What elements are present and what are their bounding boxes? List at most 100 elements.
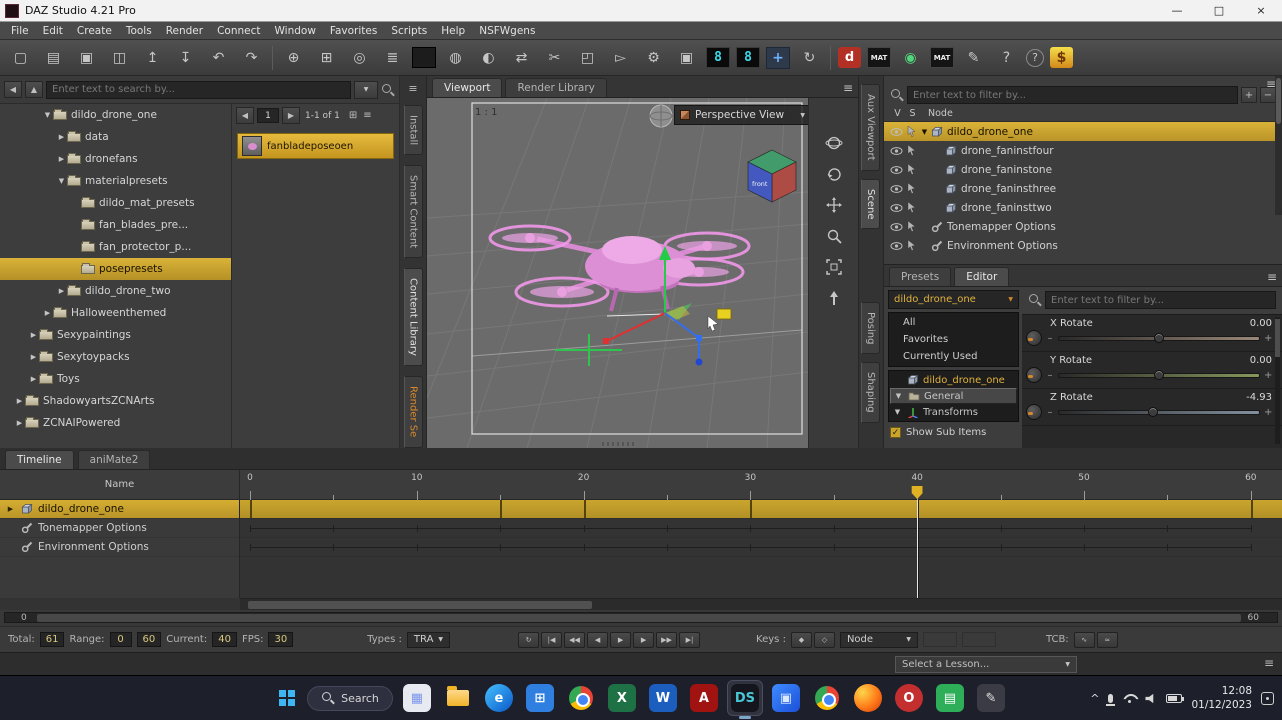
slider-track[interactable]: [1058, 373, 1260, 378]
visibility-eye-icon[interactable]: [889, 127, 904, 137]
timeline-tab-timeline[interactable]: Timeline: [5, 450, 74, 469]
visibility-eye-icon[interactable]: [889, 222, 904, 232]
keyframe-tick[interactable]: [1251, 544, 1252, 551]
pan-icon[interactable]: [822, 194, 846, 216]
viewport-tab-render-library[interactable]: Render Library: [505, 78, 606, 97]
orbit-icon[interactable]: [822, 132, 846, 154]
prev-page-button[interactable]: ◀: [236, 107, 254, 124]
color-grid-icon[interactable]: [412, 47, 436, 68]
pane-menu-icon[interactable]: ≡: [1264, 656, 1274, 670]
visibility-eye-icon[interactable]: [889, 184, 904, 194]
keyframe-tick[interactable]: [333, 544, 334, 551]
taskbar-app-chrome[interactable]: [564, 681, 598, 715]
menu-nsfwgens[interactable]: NSFWgens: [472, 24, 542, 38]
param-group-general[interactable]: ▼ General: [890, 388, 1017, 404]
export-icon[interactable]: ↥: [139, 46, 166, 70]
taskbar-app-file-explorer[interactable]: [441, 681, 475, 715]
tray-chevron-icon[interactable]: ^: [1090, 692, 1099, 705]
keyframe-tick[interactable]: [834, 525, 835, 532]
param-filter-favorites[interactable]: Favorites: [890, 331, 1017, 348]
scene-node-drone-faninstone[interactable]: drone_faninstone: [884, 160, 1282, 179]
create-spotlight-icon[interactable]: ◐: [475, 46, 502, 70]
expand-arrow-icon[interactable]: ▼: [42, 111, 53, 119]
keyframe-tick[interactable]: [667, 525, 668, 532]
keyframe-tick[interactable]: [750, 525, 751, 532]
keyframe-tick[interactable]: [417, 544, 418, 551]
viewport-tab-viewport[interactable]: Viewport: [432, 78, 502, 97]
tree-item-halloweenthemed[interactable]: ▶ Halloweenthemed: [0, 302, 231, 324]
tree-item-materialpresets[interactable]: ▼ materialpresets: [0, 170, 231, 192]
taskbar-app-acrobat[interactable]: A: [687, 681, 721, 715]
scene-node-tonemapper-options[interactable]: Tonemapper Options: [884, 217, 1282, 236]
timeline-row-environment-options[interactable]: Environment Options: [0, 538, 239, 557]
material-paste-icon[interactable]: MAT: [930, 47, 954, 68]
slider-dial-icon[interactable]: [1026, 367, 1042, 383]
keyframe-tick[interactable]: [834, 544, 835, 551]
params-scrollbar[interactable]: [1275, 317, 1280, 444]
select-cursor-icon[interactable]: [904, 240, 919, 251]
import-icon[interactable]: ↧: [172, 46, 199, 70]
expand-arrow-icon[interactable]: ▶: [42, 309, 53, 317]
select-cursor-icon[interactable]: [904, 164, 919, 175]
redo-icon[interactable]: ↷: [238, 46, 265, 70]
menu-create[interactable]: Create: [70, 24, 119, 38]
taskbar-app-opera[interactable]: O: [892, 681, 926, 715]
create-camera-icon[interactable]: ◎: [346, 46, 373, 70]
keyframe-tick[interactable]: [1167, 544, 1168, 551]
expand-arrow-icon[interactable]: ▼: [919, 128, 930, 136]
expand-arrow-icon[interactable]: ▶: [56, 287, 67, 295]
tree-item-fan-protector-p[interactable]: fan_protector_p...: [0, 236, 231, 258]
premier-offer-icon[interactable]: $: [1050, 47, 1073, 68]
select-cursor-icon[interactable]: [904, 202, 919, 213]
slider-handle[interactable]: [1148, 407, 1158, 417]
slider-dial-icon[interactable]: [1026, 404, 1042, 420]
menu-edit[interactable]: Edit: [36, 24, 70, 38]
params-tab-editor[interactable]: Editor: [954, 267, 1009, 286]
keyframe-tick[interactable]: [584, 500, 586, 518]
step-back-button[interactable]: ◀: [587, 632, 608, 648]
render-camera-icon[interactable]: ▣: [673, 46, 700, 70]
keyframe-tick[interactable]: [250, 500, 252, 518]
taskbar-clock[interactable]: 12:08 01/12/2023: [1191, 685, 1252, 712]
universal-move-tool-icon[interactable]: +: [766, 47, 790, 69]
keyframe-tick[interactable]: [1001, 525, 1002, 532]
slider-increment-button[interactable]: +: [1264, 333, 1272, 344]
param-filter-all[interactable]: All: [890, 314, 1017, 331]
keyframe-tick[interactable]: [417, 525, 418, 532]
expand-all-button[interactable]: +: [1241, 87, 1257, 103]
search-options-dropdown[interactable]: ▼: [354, 81, 378, 99]
file-item-fanbladeposeoen[interactable]: fanbladeposeoen: [237, 133, 394, 159]
slider-handle[interactable]: [1154, 333, 1164, 343]
param-group-transforms[interactable]: ▼ Transforms: [890, 404, 1017, 420]
pane-menu-icon[interactable]: ≡: [408, 82, 417, 95]
timeline-tab-animate2[interactable]: aniMate2: [78, 450, 151, 469]
timeline-hscrollbar[interactable]: [240, 598, 1282, 610]
current-frame-field[interactable]: 40: [212, 632, 237, 647]
slider-track[interactable]: [1058, 410, 1260, 415]
aim-icon[interactable]: [822, 287, 846, 309]
cut-tool-icon[interactable]: ✂: [541, 46, 568, 70]
notification-icon[interactable]: [1261, 692, 1274, 705]
taskbar-app-firefox[interactable]: [851, 681, 885, 715]
types-dropdown[interactable]: TRA ▼: [407, 632, 450, 648]
keyframe-tick[interactable]: [750, 544, 751, 551]
tray-wifi-icon[interactable]: [1122, 693, 1136, 704]
params-filter-input[interactable]: [1045, 291, 1276, 309]
tab-install[interactable]: Install: [404, 105, 423, 155]
first-frame-button[interactable]: |◀: [541, 632, 562, 648]
fps-field[interactable]: 30: [268, 632, 293, 647]
scene-node-drone-faninsthree[interactable]: drone_faninsthree: [884, 179, 1282, 198]
slider-decrement-button[interactable]: –: [1046, 407, 1054, 418]
slider-value[interactable]: 0.00: [1250, 355, 1272, 366]
pane-menu-icon[interactable]: ≡: [843, 81, 853, 95]
tray-mic-icon[interactable]: [1108, 694, 1113, 703]
timeline-range-bar[interactable]: 0 60: [0, 610, 1282, 626]
save-scene-icon[interactable]: ◫: [106, 46, 133, 70]
keyframe-tick[interactable]: [500, 544, 501, 551]
close-button[interactable]: ×: [1240, 0, 1282, 21]
tree-item-dildo-drone-one[interactable]: ▼ dildo_drone_one: [0, 104, 231, 126]
expand-arrow-icon[interactable]: ▶: [28, 331, 39, 339]
taskbar-app-pen-tool[interactable]: ✎: [974, 681, 1008, 715]
swap-nodes-icon[interactable]: ⇄: [508, 46, 535, 70]
keyframe-tick[interactable]: [1167, 525, 1168, 532]
